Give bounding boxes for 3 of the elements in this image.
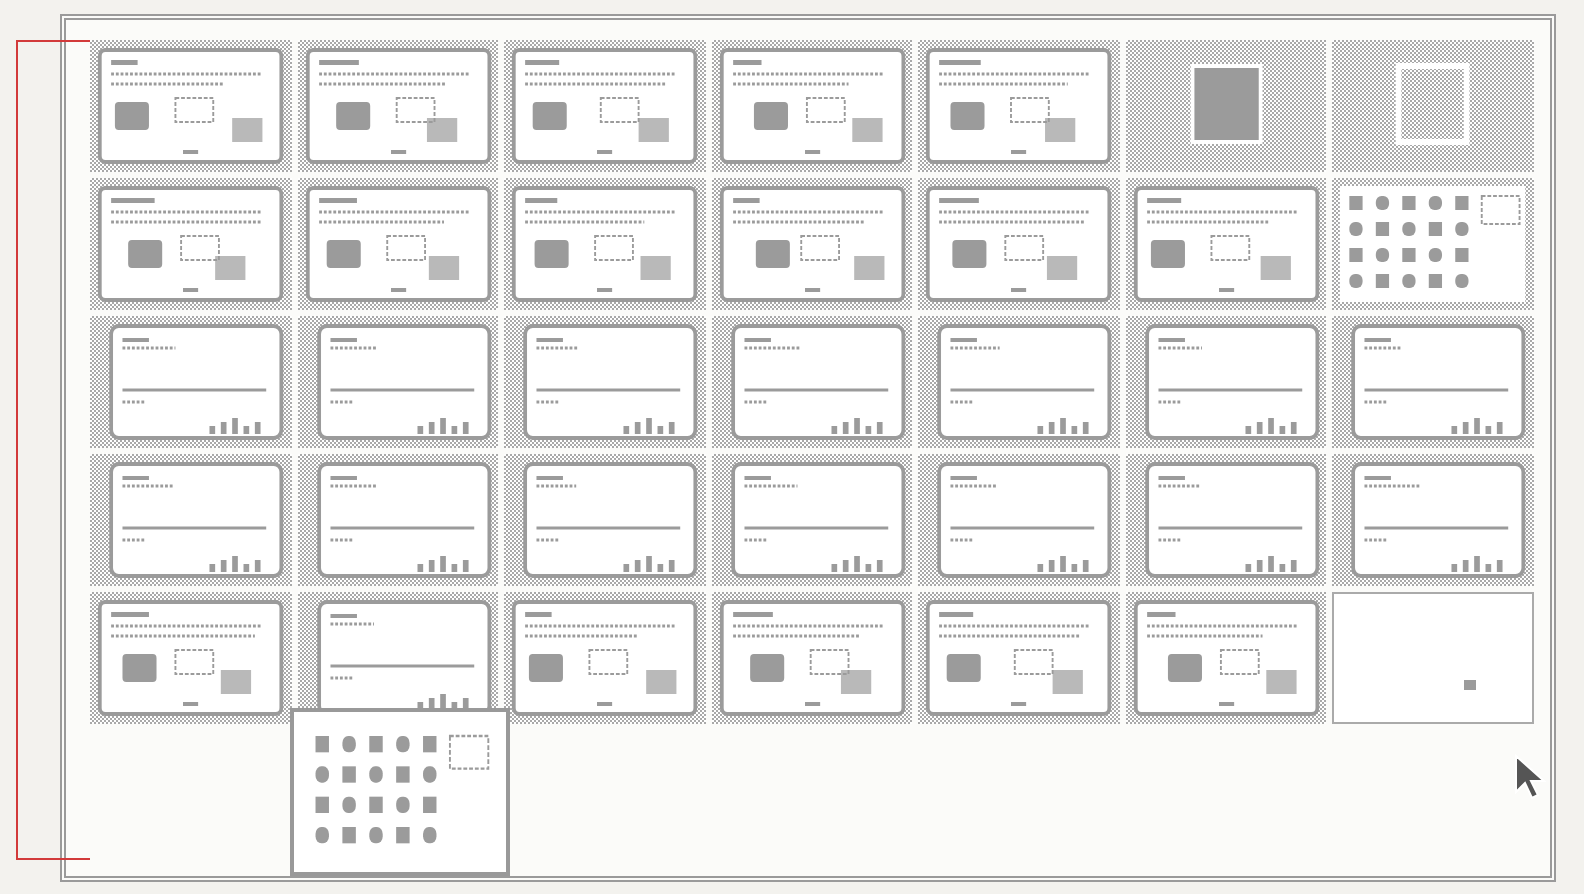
pointer-icon: [1514, 754, 1550, 802]
mark-icon: [1464, 680, 1477, 690]
slide-thumbnail[interactable]: [1332, 592, 1534, 724]
